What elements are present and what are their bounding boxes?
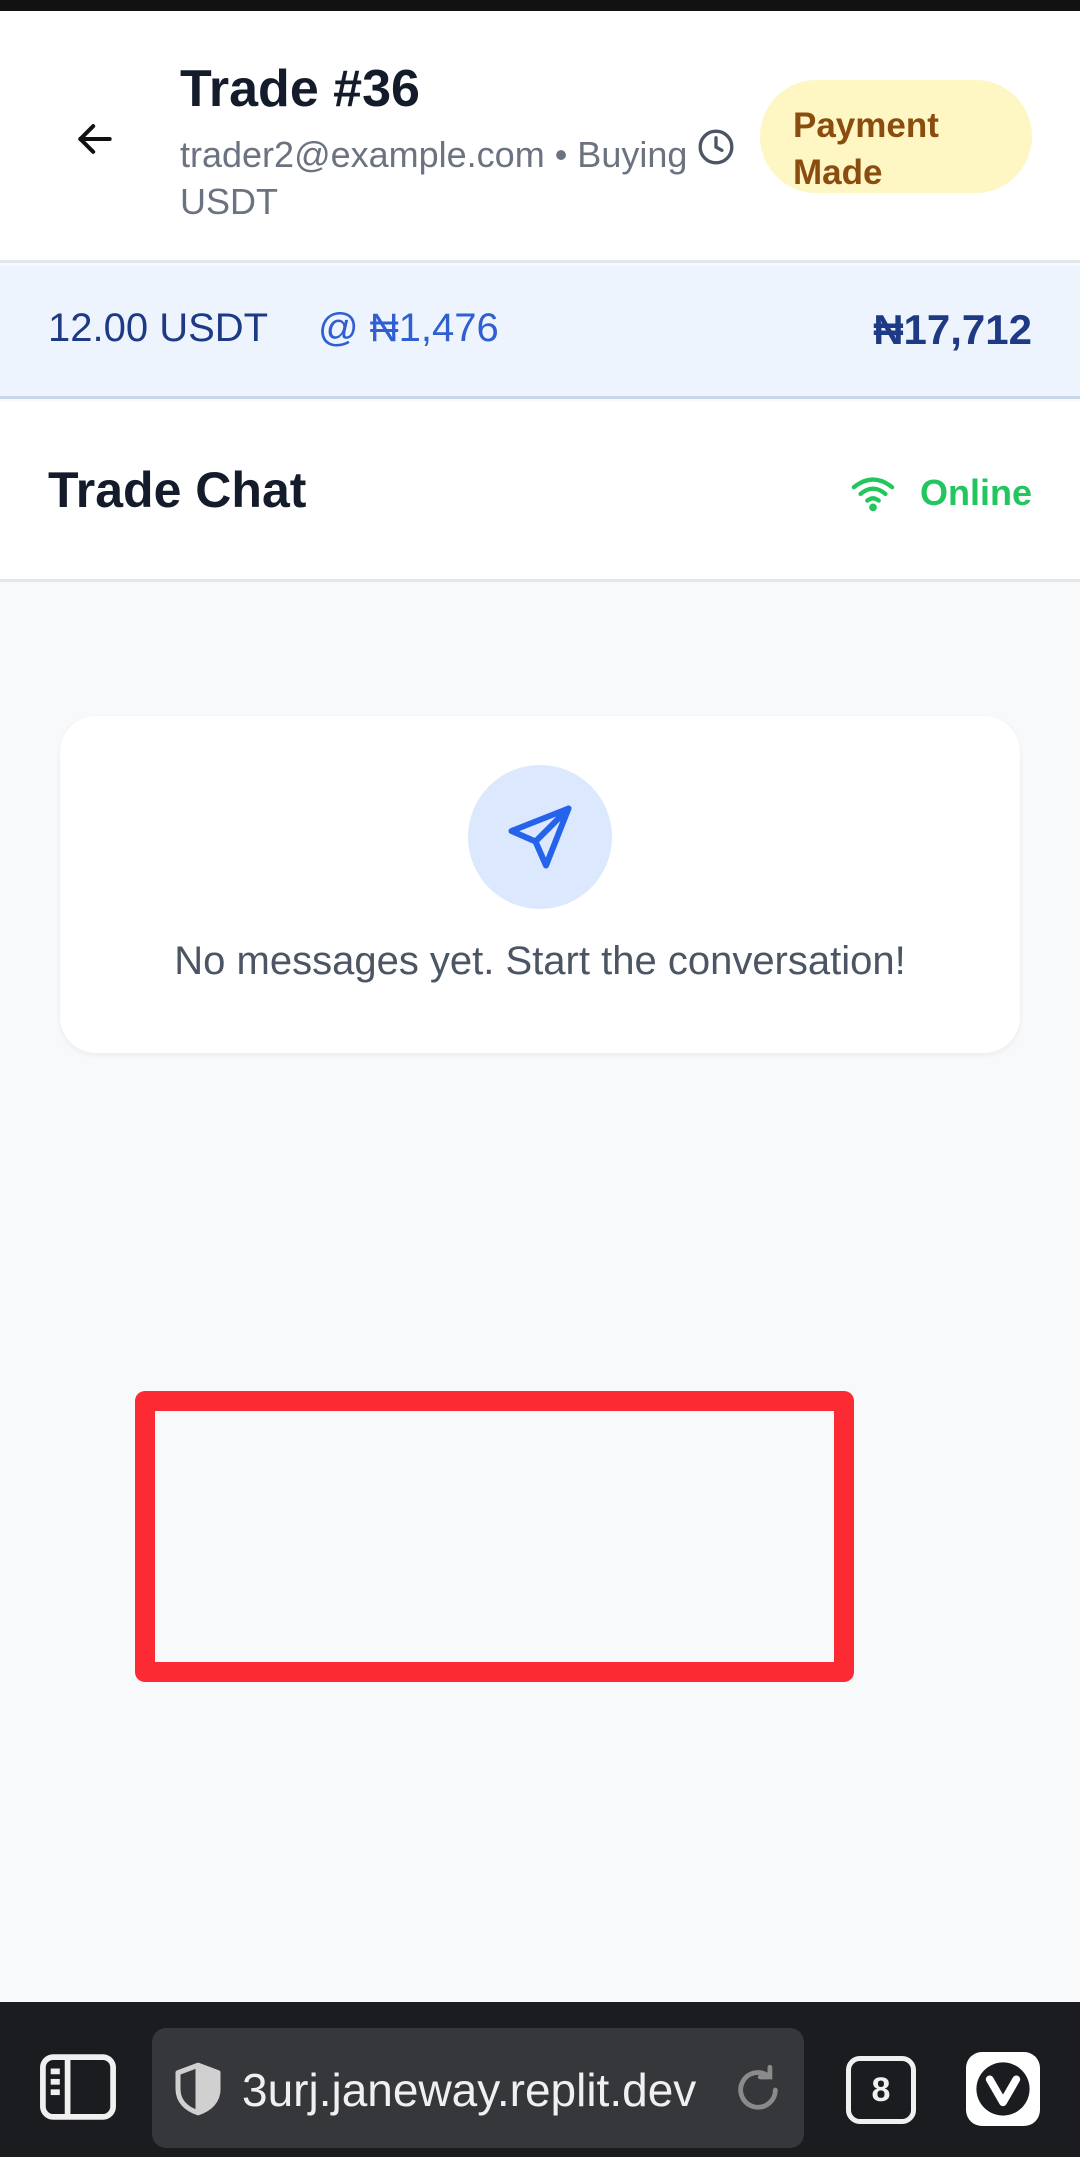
trade-subtitle: trader2@example.com • Buying USDT (180, 134, 688, 222)
page: Trade #36 trader2@example.com • Buying U… (0, 0, 1080, 2157)
empty-state-card: No messages yet. Start the conversation! (60, 716, 1020, 1053)
annotation-box (135, 1391, 854, 1682)
tab-switcher-button[interactable]: 8 (846, 2056, 916, 2124)
site-security-button[interactable] (172, 2061, 224, 2117)
back-button[interactable] (60, 104, 130, 174)
shield-icon (175, 2062, 221, 2116)
chat-header: Trade Chat Online (0, 402, 1080, 582)
status-badge: Payment Made (760, 80, 1032, 193)
reload-button[interactable] (730, 2062, 786, 2118)
reload-icon (738, 2064, 778, 2110)
send-icon (508, 805, 572, 869)
empty-state-message: No messages yet. Start the conversation! (174, 939, 906, 983)
chat-title: Trade Chat (48, 462, 307, 518)
trade-summary: 12.00 USDT @ ₦1,476 ₦17,712 (0, 266, 1080, 399)
wifi-icon (851, 477, 895, 512)
trade-rate: @ ₦1,476 (318, 306, 499, 350)
browser-menu-button[interactable] (966, 2052, 1040, 2126)
clock-icon (698, 129, 734, 165)
page-title: Trade #36 (180, 60, 420, 118)
chat-messages[interactable]: No messages yet. Start the conversation! (0, 585, 1080, 2002)
trade-header: Trade #36 trader2@example.com • Buying U… (0, 11, 1080, 263)
timer-button[interactable] (692, 123, 740, 171)
vivaldi-icon (976, 2062, 1030, 2116)
online-label: Online (919, 472, 1032, 513)
empty-state-icon-circle (468, 765, 612, 909)
trade-total: ₦17,712 (873, 306, 1032, 353)
status-strip (0, 0, 1080, 11)
url-text: 3urj.janeway.replit.dev (242, 2064, 697, 2116)
trade-quantity: 12.00 USDT (48, 306, 269, 350)
browser-toolbar: 3urj.janeway.replit.dev 8 (0, 2002, 1080, 2157)
address-bar[interactable]: 3urj.janeway.replit.dev (152, 2028, 804, 2148)
connection-status: Online (850, 468, 1032, 518)
sidebar-button[interactable] (38, 2052, 118, 2122)
sidebar-icon (40, 2054, 116, 2120)
back-arrow-icon (78, 124, 112, 154)
